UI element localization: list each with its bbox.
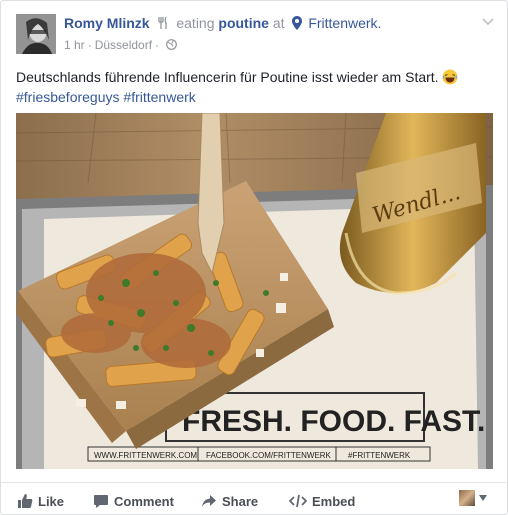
- tray-link-hashtag: #FRITTENWERK: [348, 451, 411, 460]
- meta-separator-2: ·: [155, 38, 160, 52]
- hashtag-link[interactable]: #friesbeforeguys: [16, 89, 120, 105]
- share-label: Share: [222, 494, 259, 509]
- post-location[interactable]: Düsseldorf: [95, 38, 152, 52]
- chevron-down-icon[interactable]: [481, 14, 495, 28]
- embed-button[interactable]: Embed: [289, 493, 355, 509]
- caret-down-icon: [479, 495, 487, 501]
- activity-object[interactable]: poutine: [218, 15, 269, 31]
- post-message-text: Deutschlands führende Influencerin für P…: [16, 69, 439, 85]
- laughing-crying-emoji-icon: [442, 69, 458, 85]
- author-name[interactable]: Romy Mlinzk: [64, 15, 150, 31]
- globe-icon[interactable]: [166, 39, 177, 50]
- post-timestamp[interactable]: 1 hr: [64, 38, 85, 52]
- comment-button[interactable]: Comment: [93, 493, 174, 509]
- place-link[interactable]: Frittenwerk.: [308, 15, 381, 31]
- reaction-as-selector[interactable]: [459, 490, 487, 508]
- like-button[interactable]: Like: [17, 493, 64, 509]
- comment-icon: [94, 495, 108, 508]
- location-pin-icon: [292, 16, 303, 30]
- tray-link-facebook: FACEBOOK.COM/FRITTENWERK: [206, 451, 332, 460]
- activity-verb: eating: [176, 15, 215, 31]
- at-word: at: [272, 15, 285, 31]
- comment-label: Comment: [114, 494, 174, 509]
- hashtag-list: #friesbeforeguys #frittenwerk: [16, 87, 496, 107]
- thumbs-up-icon: [18, 494, 33, 508]
- share-arrow-icon: [202, 495, 216, 507]
- post-message: Deutschlands führende Influencerin für P…: [16, 67, 496, 107]
- tray-slogan: FRESH. FOOD. FAST.: [182, 405, 485, 438]
- code-brackets-icon: [289, 494, 307, 508]
- meta-separator: ·: [87, 38, 92, 52]
- post-card: Romy Mlinzk eating poutine at Frittenwer…: [0, 0, 508, 515]
- post-header: Romy Mlinzk eating poutine at Frittenwer…: [64, 15, 381, 31]
- hashtag-link[interactable]: #frittenwerk: [123, 89, 195, 105]
- post-actions-bar: Like Comment Share Embed: [1, 482, 507, 515]
- like-label: Like: [38, 494, 65, 509]
- embed-label: Embed: [312, 494, 356, 509]
- tray-link-website: WWW.FRITTENWERK.COM: [94, 451, 197, 460]
- author-avatar[interactable]: [16, 14, 56, 54]
- post-meta: 1 hr · Düsseldorf ·: [64, 38, 177, 52]
- cutlery-icon: [157, 16, 169, 30]
- viewer-avatar: [459, 490, 475, 506]
- share-button[interactable]: Share: [201, 493, 258, 509]
- post-photo[interactable]: FRESH. FOOD. FAST. FRITTENWERK WWW.FRITT…: [16, 113, 493, 469]
